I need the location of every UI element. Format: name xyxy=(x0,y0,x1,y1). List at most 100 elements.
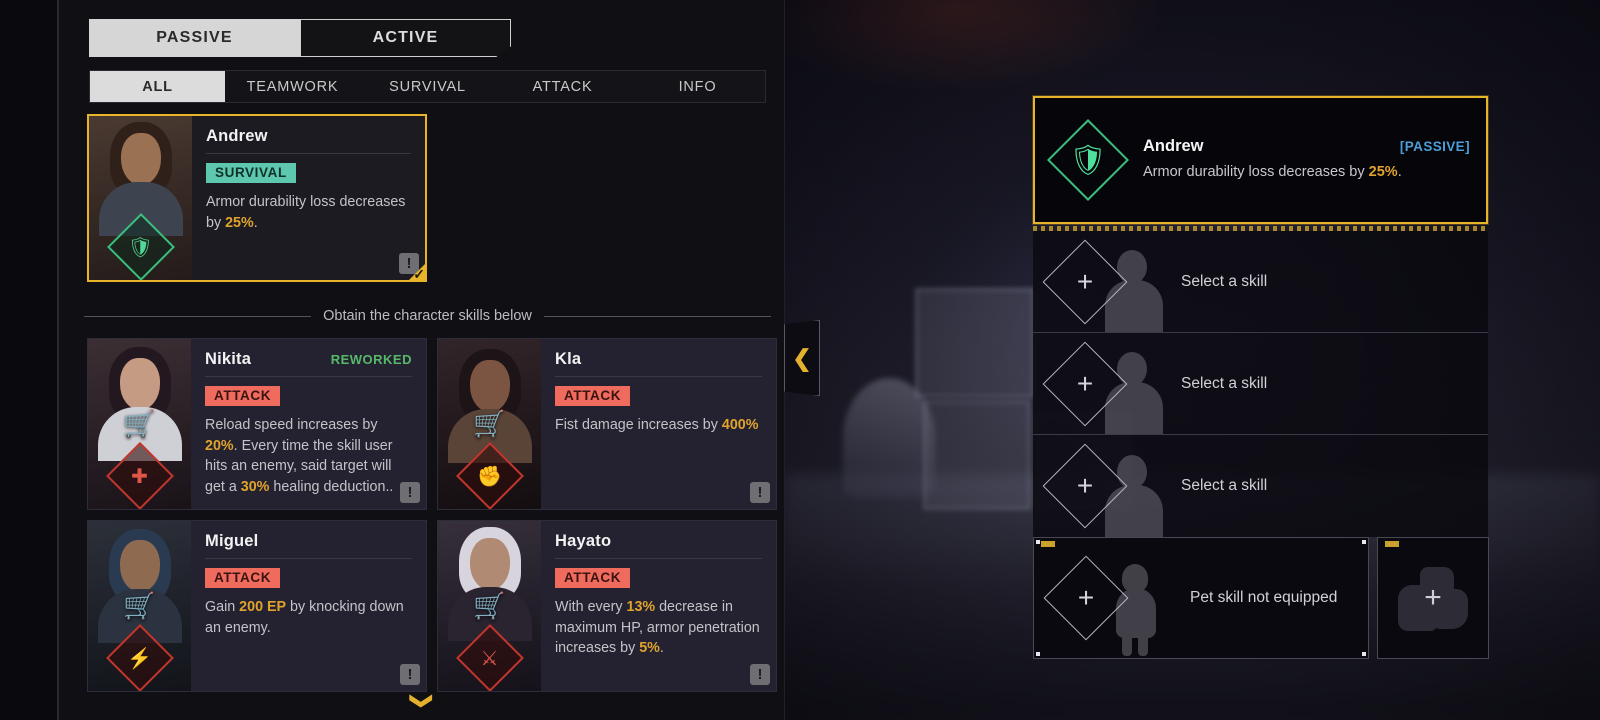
character-silhouette-icon xyxy=(1105,455,1163,537)
gear-slot[interactable]: + xyxy=(1377,537,1489,659)
collapse-panel-button[interactable]: ❮ xyxy=(784,320,820,396)
desc-value: 25% xyxy=(225,214,254,231)
desc-text-1: Armor durability loss decreases by xyxy=(1143,163,1369,180)
shop-cart-icon: 🛒 xyxy=(123,408,156,439)
empty-skill-slot-3[interactable]: + Select a skill xyxy=(1033,435,1488,537)
pet-skill-slot[interactable]: + Pet skill not equipped xyxy=(1033,537,1369,659)
chevron-left-icon: ❮ xyxy=(792,344,812,371)
corner-dot-tl xyxy=(1036,540,1040,544)
desc-value-1: 13% xyxy=(626,599,656,615)
skill-name-row: Nikita REWORKED xyxy=(205,350,412,377)
skill-name-row: Kla xyxy=(555,350,762,377)
skill-body-hayato: Hayato ATTACK With every 13% decrease in… xyxy=(541,521,776,691)
equipped-skill-type-badge: [PASSIVE] xyxy=(1399,138,1470,154)
loadout-panel: 🛡 Andrew [PASSIVE] Armor durability loss… xyxy=(1033,96,1488,537)
equipped-skill-description: Armor durability loss decreases by 25%. xyxy=(1143,162,1470,183)
obtainable-skill-grid: ✚ 🛒 Nikita REWORKED ATTACK Reload speed … xyxy=(87,338,777,692)
tab-attack[interactable]: ATTACK xyxy=(495,71,630,102)
empty-skill-slot-1[interactable]: + Select a skill xyxy=(1033,231,1488,333)
selected-skill-name-row: Andrew xyxy=(206,127,411,154)
category-tab-bar: ALL TEAMWORK SURVIVAL ATTACK INFO xyxy=(89,70,766,103)
empty-slot-label: Select a skill xyxy=(1181,477,1268,494)
shop-cart-icon: 🛒 xyxy=(473,590,506,621)
skill-card-hayato[interactable]: ⚔ 🛒 Hayato ATTACK With every 13% decreas… xyxy=(437,520,777,692)
equipped-skill-head: Andrew [PASSIVE] xyxy=(1143,137,1470,156)
divider-label: Obtain the character skills below xyxy=(323,308,532,324)
mode-tab-passive[interactable]: PASSIVE xyxy=(89,19,300,57)
skill-name: Miguel xyxy=(205,532,259,550)
skill-description: Reload speed increases by 20%. Every tim… xyxy=(205,415,412,498)
skill-card-miguel[interactable]: ⚡ 🛒 Miguel ATTACK Gain 200 EP by knockin… xyxy=(87,520,427,692)
pet-silhouette-icon xyxy=(1112,564,1160,656)
skill-mode-toggle: PASSIVE ACTIVE xyxy=(89,19,511,57)
skill-name-row: Miguel xyxy=(205,532,412,559)
desc-text-1: With every xyxy=(555,599,627,615)
tab-info[interactable]: INFO xyxy=(630,71,765,102)
left-gutter xyxy=(0,0,57,720)
selected-skill-card[interactable]: 🛡 Andrew SURVIVAL Armor durability loss … xyxy=(87,114,427,282)
skill-badge: ATTACK xyxy=(555,386,631,406)
slot-corner-marker xyxy=(1385,541,1399,547)
skill-badge: ATTACK xyxy=(205,386,281,406)
check-icon: ✓ xyxy=(413,266,425,281)
desc-value-1: 200 EP xyxy=(239,599,287,615)
desc-text-3: healing deduction.. xyxy=(269,479,394,496)
skill-portrait-nikita: ✚ 🛒 xyxy=(88,339,191,509)
tab-all[interactable]: ALL xyxy=(90,71,225,102)
character-silhouette-icon xyxy=(1105,250,1163,332)
skill-card-nikita[interactable]: ✚ 🛒 Nikita REWORKED ATTACK Reload speed … xyxy=(87,338,427,510)
pet-and-gear-row: + Pet skill not equipped + xyxy=(1033,537,1489,659)
skill-badge: ATTACK xyxy=(205,568,281,588)
mode-tab-active[interactable]: ACTIVE xyxy=(300,19,511,57)
skill-description: With every 13% decrease in maximum HP, a… xyxy=(555,597,762,659)
skill-description: Fist damage increases by 400% xyxy=(555,415,762,436)
desc-value-2: 5% xyxy=(639,640,660,657)
desc-text-1: Fist damage increases by xyxy=(555,417,722,433)
slot-corner-marker xyxy=(1041,541,1055,547)
corner-dot-tr xyxy=(1362,540,1366,544)
skill-portrait-hayato: ⚔ 🛒 xyxy=(438,521,541,691)
skill-browser-panel: PASSIVE ACTIVE ALL TEAMWORK SURVIVAL ATT… xyxy=(57,0,785,720)
desc-value-1: 400% xyxy=(721,417,759,433)
skill-loadout-screen: PASSIVE ACTIVE ALL TEAMWORK SURVIVAL ATT… xyxy=(0,0,1600,720)
equipped-skill-icon-frame: 🛡 xyxy=(1046,118,1130,202)
desc-value-1: 20% xyxy=(205,437,234,454)
equipped-skill-name: Andrew xyxy=(1143,136,1204,155)
character-silhouette-icon xyxy=(1105,352,1163,434)
equipped-check-corner: ✓ xyxy=(396,251,425,281)
desc-text-1: Reload speed increases by xyxy=(205,417,378,433)
desc-text-2: . xyxy=(1397,163,1402,180)
section-divider: Obtain the character skills below xyxy=(84,308,771,324)
armor-vest-icon: 🛡 xyxy=(1068,143,1108,177)
info-icon[interactable]: ! xyxy=(750,482,770,503)
reworked-tag: REWORKED xyxy=(330,352,412,367)
empty-slot-label: Select a skill xyxy=(1181,374,1268,392)
corner-dot-br xyxy=(1362,652,1366,656)
empty-skill-slot-list: + Select a skill + Select a skill + Sele… xyxy=(1033,231,1488,537)
shop-cart-icon: 🛒 xyxy=(473,408,506,439)
shop-cart-icon: 🛒 xyxy=(123,590,156,621)
skill-portrait-miguel: ⚡ 🛒 xyxy=(88,521,191,691)
desc-value: 25% xyxy=(1368,163,1398,180)
scroll-down-chevron-icon[interactable]: ❯ xyxy=(410,692,435,710)
equipped-skill-slot[interactable]: 🛡 Andrew [PASSIVE] Armor durability loss… xyxy=(1033,96,1488,224)
tab-survival[interactable]: SURVIVAL xyxy=(360,71,495,102)
info-icon[interactable]: ! xyxy=(400,664,420,685)
empty-skill-slot-2[interactable]: + Select a skill xyxy=(1033,333,1488,435)
skill-body-nikita: Nikita REWORKED ATTACK Reload speed incr… xyxy=(191,339,426,509)
selected-skill-badge: SURVIVAL xyxy=(206,163,296,183)
skill-portrait-kla: ✊ 🛒 xyxy=(438,339,541,509)
divider-line-left xyxy=(84,315,312,317)
info-icon[interactable]: ! xyxy=(400,482,420,503)
tab-teamwork[interactable]: TEAMWORK xyxy=(225,71,360,102)
skill-description: Gain 200 EP by knocking down an enemy. xyxy=(205,597,412,638)
selected-skill-description: Armor durability loss decreases by 25%. xyxy=(206,192,411,233)
desc-value-2: 30% xyxy=(240,479,270,496)
equipped-skill-text: Andrew [PASSIVE] Armor durability loss d… xyxy=(1143,137,1470,183)
empty-slot-label: Select a skill xyxy=(1181,272,1268,290)
info-icon[interactable]: ! xyxy=(750,664,770,685)
desc-text-3: . xyxy=(659,640,664,657)
desc-text-2: . xyxy=(253,214,258,231)
selected-skill-name: Andrew xyxy=(206,127,268,145)
skill-card-kla[interactable]: ✊ 🛒 Kla ATTACK Fist damage increases by … xyxy=(437,338,777,510)
